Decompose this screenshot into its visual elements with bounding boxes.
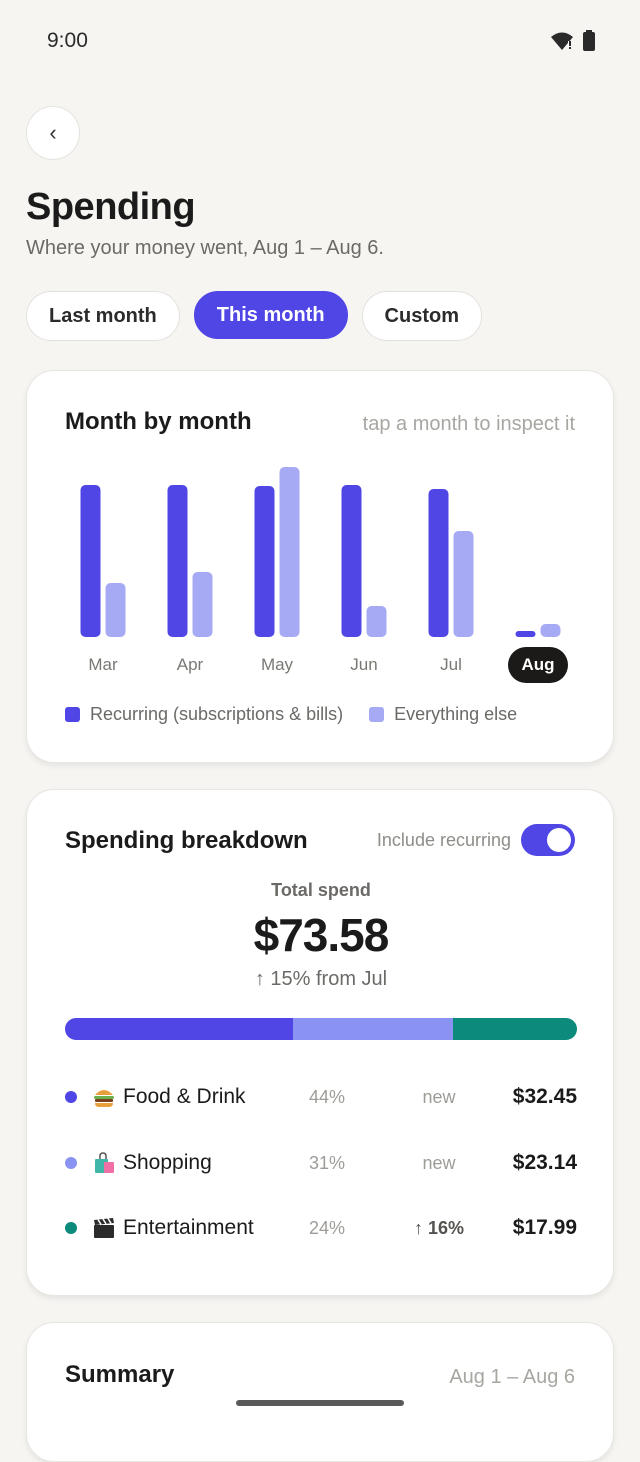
legend-label-recurring: Recurring (subscriptions & bills) — [90, 704, 344, 724]
legend-swatch-everything-else — [369, 707, 385, 722]
category-name: Entertainment — [123, 1216, 254, 1239]
category-row-entertainment[interactable]: Entertainment 24% ↑ 16% $17.99 — [65, 1208, 577, 1248]
bar-apr-other[interactable] — [192, 572, 213, 637]
month-label-jun[interactable]: Jun — [350, 655, 377, 674]
month-label-aug[interactable]: Aug — [521, 655, 554, 674]
bar-jun-other[interactable] — [366, 606, 387, 637]
page-title: Spending — [26, 186, 196, 228]
status-icons — [550, 30, 596, 52]
chevron-left-icon: ‹ — [49, 120, 57, 145]
tab-custom[interactable]: Custom — [361, 291, 482, 341]
burger-icon — [91, 1084, 117, 1110]
category-name: Shopping — [123, 1151, 212, 1174]
breakdown-segment-shopping — [292, 1018, 453, 1040]
category-dot — [65, 1091, 77, 1103]
bar-aug-other[interactable] — [540, 624, 561, 637]
category-row-shopping[interactable]: Shopping 31% new $23.14 — [65, 1143, 577, 1183]
summary-range: Aug 1 – Aug 6 — [449, 1366, 575, 1388]
legend-item-everything-else: Everything else — [369, 704, 517, 725]
spending-breakdown-card: Spending breakdown Include recurring Tot… — [26, 789, 614, 1296]
month-label-apr[interactable]: Apr — [177, 655, 204, 674]
wifi-icon — [551, 32, 573, 50]
page-subtitle: Where your money went, Aug 1 – Aug 6. — [26, 237, 384, 259]
month-label-jul[interactable]: Jul — [440, 655, 462, 674]
shopping-bag-icon — [91, 1150, 117, 1176]
status-time: 9:00 — [47, 29, 88, 52]
battery-icon — [583, 30, 595, 51]
home-indicator — [236, 1400, 404, 1406]
category-amount: $32.45 — [512, 1085, 577, 1108]
tab-this-month[interactable]: This month — [193, 291, 348, 339]
total-spend-change: ↑ 15% from Jul — [254, 968, 388, 990]
category-change: new — [422, 1086, 456, 1107]
bar-mar-recurring[interactable] — [80, 485, 101, 637]
include-recurring-toggle[interactable] — [521, 824, 575, 856]
legend-label-everything-else: Everything else — [394, 704, 518, 724]
bar-jun-recurring[interactable] — [341, 485, 362, 637]
bar-mar-other[interactable] — [105, 583, 126, 637]
category-pct: 24% — [309, 1217, 346, 1238]
category-pct: 31% — [309, 1152, 346, 1173]
category-change: ↑ 16% — [413, 1217, 465, 1238]
category-row-food[interactable]: Food & Drink 44% new $32.45 — [65, 1077, 577, 1117]
toggle-knob — [547, 828, 571, 852]
legend-item-recurring: Recurring (subscriptions & bills) — [65, 704, 343, 725]
total-spend-label: Total spend — [271, 880, 371, 900]
breakdown-title: Spending breakdown — [65, 827, 308, 854]
tab-last-month[interactable]: Last month — [26, 291, 180, 341]
bar-jul-recurring[interactable] — [428, 489, 449, 637]
bar-may-other[interactable] — [279, 467, 300, 637]
category-dot — [65, 1222, 77, 1234]
breakdown-segment-food — [65, 1018, 293, 1040]
category-pct: 44% — [309, 1086, 346, 1107]
breakdown-bar — [65, 1018, 577, 1040]
month-label-may[interactable]: May — [261, 655, 294, 674]
include-recurring-label: Include recurring — [376, 829, 511, 850]
category-change: new — [422, 1152, 456, 1173]
category-dot — [65, 1157, 77, 1169]
back-button[interactable]: ‹ — [26, 106, 80, 160]
bar-may-recurring[interactable] — [254, 486, 275, 637]
summary-title: Summary — [65, 1361, 175, 1388]
month-bar-chart: Mar Apr May Jun Jul Aug — [80, 467, 568, 683]
month-by-month-card: Month by month tap a month to inspect it… — [26, 370, 614, 763]
chart-legend: Recurring (subscriptions & bills) Everyt… — [65, 704, 517, 725]
bar-jul-other[interactable] — [453, 531, 474, 637]
period-tabs: Last month This month Custom — [26, 291, 482, 341]
include-recurring-control: Include recurring — [377, 824, 575, 856]
month-label-mar[interactable]: Mar — [88, 655, 118, 674]
summary-card: Summary Aug 1 – Aug 6 — [26, 1322, 614, 1462]
category-name: Food & Drink — [123, 1085, 246, 1108]
clapperboard-icon — [91, 1215, 117, 1241]
legend-swatch-recurring — [65, 707, 80, 722]
category-amount: $23.14 — [512, 1151, 577, 1174]
status-bar: 9:00 — [0, 0, 640, 80]
bar-apr-recurring[interactable] — [167, 485, 188, 637]
total-spend-amount: $73.58 — [253, 909, 390, 961]
bar-aug-recurring[interactable] — [515, 631, 536, 637]
breakdown-segment-entertainment — [452, 1018, 577, 1040]
category-amount: $17.99 — [512, 1216, 577, 1239]
